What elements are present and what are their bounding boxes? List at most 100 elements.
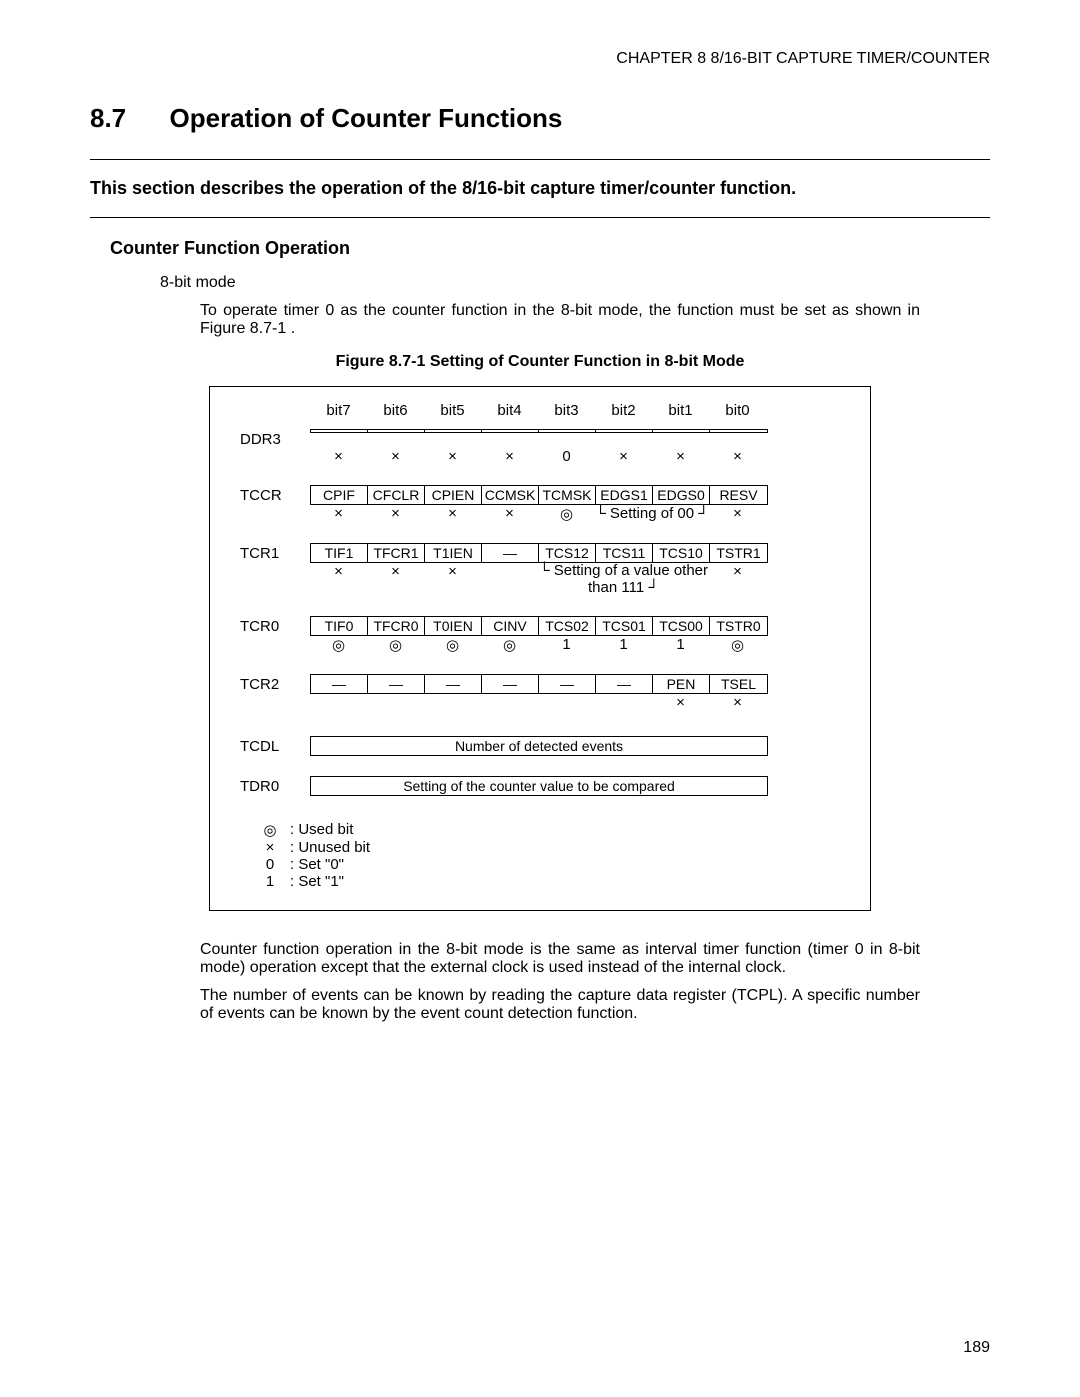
page: CHAPTER 8 8/16-BIT CAPTURE TIMER/COUNTER… — [0, 0, 1080, 1397]
bit-note: └ Setting of a value other than 111 ┘ — [538, 563, 709, 596]
bit-mark: × — [652, 694, 709, 711]
section-title: 8.7 Operation of Counter Functions — [90, 103, 990, 134]
body-paragraph: Counter function operation in the 8-bit … — [200, 941, 920, 977]
legend-symbol: 1 — [250, 873, 290, 890]
mode-label: 8-bit mode — [160, 274, 990, 292]
register-below-row: × × × × ◎ └ Setting of 00 ┘ × — [310, 505, 840, 523]
bit-mark: 1 — [595, 636, 652, 654]
chapter-header: CHAPTER 8 8/16-BIT CAPTURE TIMER/COUNTER — [90, 50, 990, 68]
bit-mark: × — [367, 505, 424, 523]
reg-cell — [368, 430, 425, 432]
figure-box: bit7 bit6 bit5 bit4 bit3 bit2 bit1 bit0 … — [209, 386, 871, 911]
reg-cell — [425, 430, 482, 432]
bit-mark: × — [310, 505, 367, 523]
bit-mark: × — [367, 448, 424, 465]
subsection-title: Counter Function Operation — [110, 238, 990, 259]
bit-mark: × — [424, 448, 481, 465]
bit-note: └ Setting of 00 ┘ — [595, 505, 709, 523]
bit-mark: × — [310, 563, 367, 596]
bit-mark: 1 — [652, 636, 709, 654]
reg-cell: — — [482, 544, 539, 562]
reg-cell: CFCLR — [368, 486, 425, 504]
bit-mark: ◎ — [310, 636, 367, 654]
bit-mark — [538, 694, 595, 711]
legend-row: 1 : Set "1" — [250, 873, 840, 890]
figure-caption: Figure 8.7-1 Setting of Counter Function… — [90, 353, 990, 371]
reg-cell: TCS11 — [596, 544, 653, 562]
legend-row: ◎ : Used bit — [250, 821, 840, 839]
bit-mark: × — [709, 563, 766, 596]
register-below-row: × × × └ Setting of a value other than 11… — [310, 563, 840, 596]
register-row-tcr1: TCR1 TIF1 TFCR1 T1IEN — TCS12 TCS11 TCS1… — [240, 543, 840, 563]
reg-cell: — — [539, 675, 596, 693]
reg-cell: TFCR0 — [368, 617, 425, 635]
bit-mark: × — [709, 694, 766, 711]
legend-row: 0 : Set "0" — [250, 856, 840, 873]
register-cells: CPIF CFCLR CPIEN CCMSK TCMSK EDGS1 EDGS0… — [310, 485, 768, 505]
bit-mark: × — [481, 448, 538, 465]
reg-cell: TCMSK — [539, 486, 596, 504]
bit-header-row: bit7 bit6 bit5 bit4 bit3 bit2 bit1 bit0 — [310, 402, 840, 419]
register-label: TCR1 — [240, 543, 310, 562]
bit-mark — [481, 694, 538, 711]
reg-cell — [482, 430, 539, 432]
bit-mark: 1 — [538, 636, 595, 654]
legend-symbol: 0 — [250, 856, 290, 873]
reg-cell: — — [368, 675, 425, 693]
reg-cell: TIF0 — [311, 617, 368, 635]
reg-cell: — — [311, 675, 368, 693]
bit-mark: × — [367, 563, 424, 596]
bit-mark: × — [424, 563, 481, 596]
register-below-row: × × × × 0 × × × — [310, 448, 840, 465]
reg-cell: — — [425, 675, 482, 693]
register-label: DDR3 — [240, 429, 310, 448]
reg-cell: TCS10 — [653, 544, 710, 562]
bit-label: bit2 — [595, 402, 652, 419]
register-row-tcr2: TCR2 — — — — — — PEN TSEL — [240, 674, 840, 694]
register-cells: Setting of the counter value to be compa… — [310, 776, 768, 796]
bit-label: bit4 — [481, 402, 538, 419]
bit-mark: ◎ — [709, 636, 766, 654]
reg-cell: T1IEN — [425, 544, 482, 562]
register-row-ddr3: DDR3 — [240, 429, 840, 448]
bit-mark — [595, 694, 652, 711]
bit-note-text: Setting of 00 — [610, 505, 694, 522]
reg-cell: PEN — [653, 675, 710, 693]
legend-text: : Unused bit — [290, 839, 370, 856]
legend: ◎ : Used bit × : Unused bit 0 : Set "0" … — [250, 821, 840, 890]
register-cells: TIF1 TFCR1 T1IEN — TCS12 TCS11 TCS10 TST… — [310, 543, 768, 563]
bit-mark — [310, 694, 367, 711]
reg-cell: TSTR0 — [710, 617, 767, 635]
legend-symbol: ◎ — [250, 821, 290, 839]
bit-label: bit6 — [367, 402, 424, 419]
register-row-tdr0: TDR0 Setting of the counter value to be … — [240, 776, 840, 796]
reg-cell: RESV — [710, 486, 767, 504]
register-label: TDR0 — [240, 776, 310, 795]
bit-note-text: Setting of a value other than 111 — [554, 562, 708, 596]
reg-cell: TCS12 — [539, 544, 596, 562]
reg-cell-full: Number of detected events — [311, 737, 767, 755]
bit-mark — [481, 563, 538, 596]
bit-label: bit3 — [538, 402, 595, 419]
register-cells — [310, 429, 768, 433]
bit-mark: 0 — [538, 448, 595, 465]
bit-mark: ◎ — [481, 636, 538, 654]
register-label: TCDL — [240, 736, 310, 755]
register-below-row: ◎ ◎ ◎ ◎ 1 1 1 ◎ — [310, 636, 840, 654]
register-cells: TIF0 TFCR0 T0IEN CINV TCS02 TCS01 TCS00 … — [310, 616, 768, 636]
reg-cell: CPIF — [311, 486, 368, 504]
bit-mark: ◎ — [367, 636, 424, 654]
reg-cell — [596, 430, 653, 432]
register-row-tcr0: TCR0 TIF0 TFCR0 T0IEN CINV TCS02 TCS01 T… — [240, 616, 840, 636]
bit-label: bit0 — [709, 402, 766, 419]
legend-symbol: × — [250, 839, 290, 856]
reg-cell: EDGS1 — [596, 486, 653, 504]
reg-cell: — — [482, 675, 539, 693]
reg-cell: EDGS0 — [653, 486, 710, 504]
register-cells: — — — — — — PEN TSEL — [310, 674, 768, 694]
divider — [90, 159, 990, 160]
page-number: 189 — [963, 1339, 990, 1357]
bit-mark: × — [424, 505, 481, 523]
body-paragraph: To operate timer 0 as the counter functi… — [200, 302, 920, 338]
reg-cell: TIF1 — [311, 544, 368, 562]
